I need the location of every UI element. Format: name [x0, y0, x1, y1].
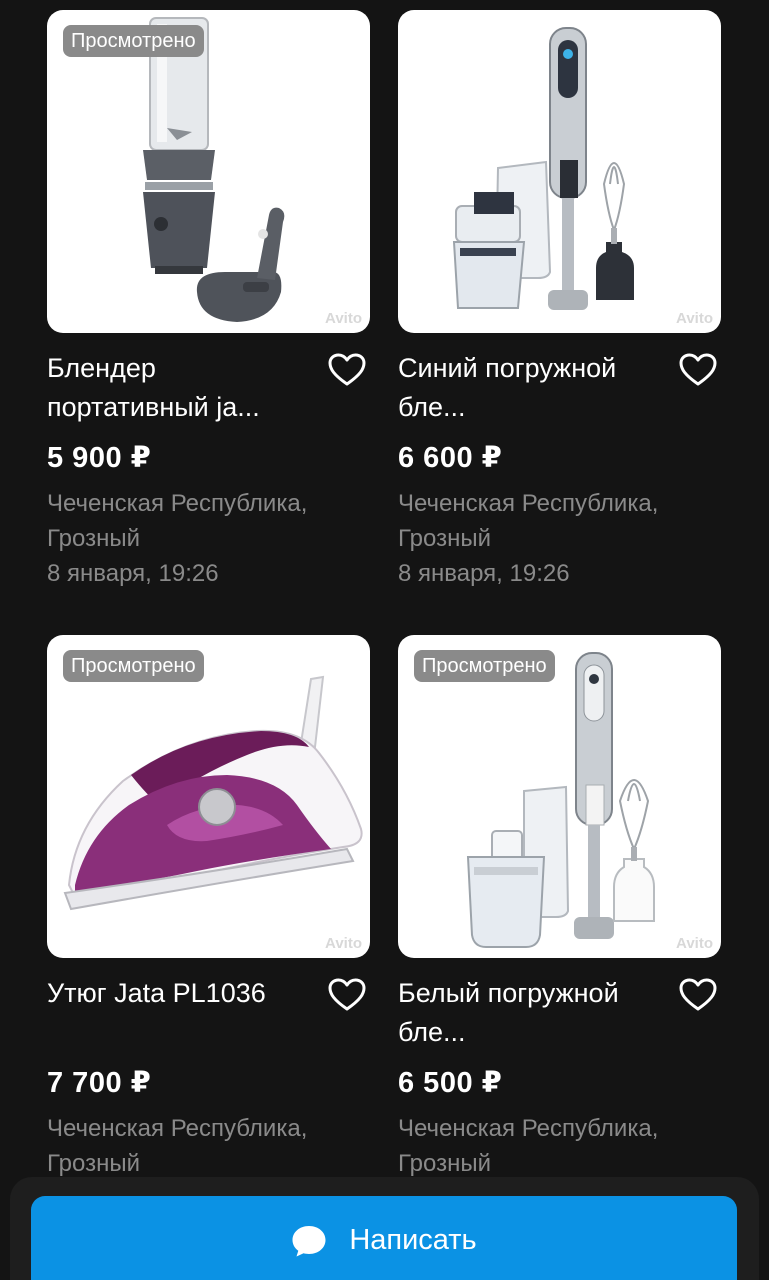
viewed-badge: Просмотрено — [63, 25, 204, 57]
write-button-label: Написать — [349, 1224, 477, 1256]
heart-outline-icon[interactable] — [679, 978, 717, 1012]
avito-watermark: Avito — [676, 310, 713, 327]
listing-date: 8 января, 19:26 — [398, 560, 570, 587]
heart-outline-icon[interactable] — [328, 978, 366, 1012]
viewed-badge: Просмотрено — [63, 650, 204, 682]
listing-price: 7 700 ₽ — [47, 1067, 152, 1099]
listing-image[interactable]: Avito — [398, 10, 721, 333]
heart-outline-icon[interactable] — [328, 353, 366, 387]
listing-image[interactable]: Просмотрено Avito — [398, 635, 721, 958]
listing-card[interactable]: Просмотрено Avito Белый погружной бле...… — [398, 635, 721, 1181]
portable-blender-image — [143, 17, 285, 322]
listing-card[interactable]: Просмотрено Avito Утюг Jata PL1036 7 700… — [47, 635, 370, 1181]
listing-location: Чеченская Республика, Грозный — [47, 1115, 308, 1177]
immersion-blender-white-image — [466, 652, 655, 948]
steam-iron-purple-image — [63, 675, 363, 911]
listing-card[interactable]: Просмотрено Avito Блендер портативный ja… — [47, 10, 370, 591]
listing-price: 6 500 ₽ — [398, 1067, 503, 1099]
avito-watermark: Avito — [676, 935, 713, 952]
listing-image[interactable]: Просмотрено Avito — [47, 635, 370, 958]
listing-grid: Просмотрено Avito Блендер портативный ja… — [0, 0, 769, 1280]
listing-title[interactable]: Синий погружной бле... — [398, 349, 668, 429]
listing-title[interactable]: Утюг Jata PL1036 — [47, 974, 317, 1054]
write-message-button[interactable]: Написать — [31, 1196, 737, 1280]
listing-price: 6 600 ₽ — [398, 442, 503, 474]
listing-location: Чеченская Республика, Грозный — [47, 490, 308, 552]
bottom-action-bar: Написать — [10, 1177, 759, 1280]
listing-title[interactable]: Белый погружной бле... — [398, 974, 668, 1054]
listing-date: 8 января, 19:26 — [47, 560, 219, 587]
listing-location: Чеченская Республика, Грозный — [398, 1115, 659, 1177]
avito-watermark: Avito — [325, 310, 362, 327]
listing-image[interactable]: Просмотрено Avito — [47, 10, 370, 333]
listing-title[interactable]: Блендер портативный ja... — [47, 349, 317, 429]
avito-watermark: Avito — [325, 935, 362, 952]
heart-outline-icon[interactable] — [679, 353, 717, 387]
listing-price: 5 900 ₽ — [47, 442, 152, 474]
chat-bubble-icon — [292, 1226, 326, 1257]
listing-card[interactable]: Avito Синий погружной бле... 6 600 ₽ Чеч… — [398, 10, 721, 591]
listing-location: Чеченская Республика, Грозный — [398, 490, 659, 552]
viewed-badge: Просмотрено — [414, 650, 555, 682]
immersion-blender-blue-image — [452, 27, 634, 310]
